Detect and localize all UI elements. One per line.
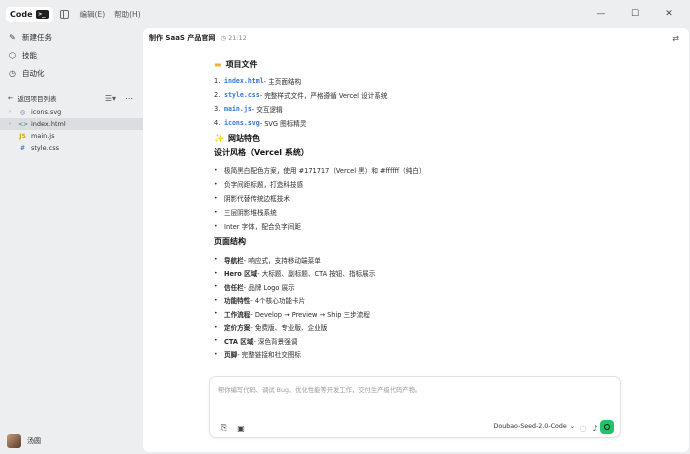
sidebar-item-automation[interactable]: ◷ 自动化 [0, 64, 143, 82]
code-label: Code [10, 9, 33, 19]
code-span: style.css [224, 91, 260, 99]
sidebar: ✎ 新建任务 ⬡ 技能 ◷ 自动化 ← 返回项目列表 ☰▾ ⋯ › ◎ icon… [0, 28, 143, 454]
image-upload-icon[interactable]: ▣ [236, 423, 246, 433]
design-heading: 设计风格（Vercel 系统） [214, 148, 309, 157]
file-item-style-css[interactable]: # style.css [0, 142, 143, 154]
send-button[interactable] [600, 420, 614, 434]
message-composer[interactable]: 帮你编写代码、调试 Bug、优化性能等开发工作，交付生产级代码产物。 ⎘ ▣ D… [209, 376, 621, 438]
close-icon[interactable]: ✕ [656, 0, 682, 28]
list-item: • 页脚 - 完整链接和社交图标 [214, 350, 302, 360]
list-item: • 功能特性 - 4个核心功能卡片 [214, 296, 306, 306]
features-heading: ✨ 网站特色 [214, 132, 514, 144]
user-name: 汤圆 [27, 437, 41, 445]
assistant-message: ▬ 项目文件 1. index.html - 主页面结构 2. style.cs… [214, 58, 514, 361]
list-item: • CTA 区域 - 深色背景强调 [214, 337, 298, 346]
sidebar-item-label: 技能 [22, 50, 37, 60]
back-label: 返回项目列表 [17, 95, 57, 103]
voice-chat-icon[interactable]: ◌ [578, 423, 588, 433]
file-name: main.js [31, 132, 55, 140]
edit-icon: ✎ [9, 32, 16, 42]
time-text: 21:12 [228, 34, 247, 42]
chat-header: 制作 SaaS 产品官网 ◷ 21:12 [143, 28, 689, 48]
list-item: 4. icons.svg - SVG 图标精灵 [214, 119, 307, 128]
cube-icon: ⬡ [9, 50, 16, 60]
model-name: Doubao-Seed-2.0-Code [493, 423, 567, 430]
terminal-icon: >_ [35, 9, 49, 19]
file-item-index-html[interactable]: › <> index.html [0, 118, 143, 130]
list-item: • 极简黑白配色方案，使用 #171717（Vercel 黑）和 #ffffff（… [214, 166, 426, 176]
send-icon [604, 424, 610, 430]
list-item: • 信任栏 - 品牌 Logo 展示 [214, 283, 295, 292]
code-span: main.js [224, 105, 252, 113]
model-selector[interactable]: Doubao-Seed-2.0-Code ⌄ [494, 423, 576, 430]
file-name: style.css [31, 144, 59, 152]
code-mode-toggle[interactable]: Code >_ [6, 6, 53, 22]
main-panel: 制作 SaaS 产品官网 ◷ 21:12 ⇄ ▬ 项目文件 1. index.h… [143, 28, 689, 452]
clock-icon: ◷ [220, 34, 227, 42]
list-item: • Hero 区域 - 大标题、副标题、CTA 按钮、指标展示 [214, 269, 376, 279]
chevron-right-icon: › [9, 109, 11, 115]
file-item-icons-svg[interactable]: › ◎ icons.svg [0, 106, 143, 118]
list-item: • 导航栏 - 响应式，支持移动端菜单 [214, 256, 321, 265]
minimize-icon[interactable]: — [588, 0, 614, 28]
menu-edit[interactable]: 编辑(E) [80, 9, 106, 20]
chevron-down-icon: ⌄ [569, 423, 575, 430]
structure-heading: 页面结构 [214, 237, 246, 246]
folder-icon: ▬ [214, 59, 222, 69]
sidebar-item-label: 自动化 [22, 68, 45, 78]
chat-title: 制作 SaaS 产品官网 [149, 34, 216, 42]
microphone-icon[interactable]: ♪ [590, 423, 600, 433]
chat-timestamp: ◷ 21:12 [220, 34, 246, 42]
maximize-icon[interactable]: ☐ [622, 0, 648, 28]
list-item: • 定价方案 - 免费版、专业版、企业版 [214, 323, 328, 333]
sidebar-item-label: 新建任务 [22, 32, 52, 42]
clock-icon: ◷ [9, 68, 16, 78]
list-item: • Inter 字体，配合负字间距 [214, 222, 301, 232]
sidebar-toggle-icon[interactable] [59, 9, 69, 19]
file-name: icons.svg [31, 108, 62, 116]
menu-bar: 编辑(E) 帮助(H) [80, 9, 141, 20]
heading-text: 项目文件 [225, 59, 258, 69]
list-item: • 工作流程 - Develop → Preview → Ship 三步流程 [214, 310, 370, 319]
code-span: icons.svg [224, 119, 260, 127]
list-item: 2. style.css - 完整样式文件，严格遵循 Vercel 设计系统 [214, 91, 388, 100]
sparkle-icon: ✨ [214, 133, 224, 143]
svg-file-icon: ◎ [19, 108, 26, 116]
list-item: 1. index.html - 主页面结构 [214, 77, 302, 86]
user-profile[interactable]: 汤圆 [7, 434, 41, 448]
more-icon[interactable]: ⋯ [125, 94, 133, 103]
title-bar: Code >_ 编辑(E) 帮助(H) — ☐ ✕ [0, 0, 690, 28]
list-item: • 阴影代替传统边框技术 [214, 194, 290, 204]
composer-placeholder[interactable]: 帮你编写代码、调试 Bug、优化性能等开发工作，交付生产级代码产物。 [218, 385, 421, 394]
chevron-right-icon: › [9, 121, 11, 127]
back-to-projects[interactable]: ← 返回项目列表 ☰▾ ⋯ [0, 90, 143, 106]
list-view-icon[interactable]: ☰▾ [105, 94, 116, 103]
list-item: • 三层阴影堆栈系统 [214, 208, 277, 218]
file-item-main-js[interactable]: JS main.js [0, 130, 143, 142]
code-span: index.html [224, 77, 264, 85]
js-file-icon: JS [19, 132, 26, 140]
back-arrow-icon: ← [8, 94, 14, 102]
file-name: index.html [31, 120, 66, 128]
css-file-icon: # [19, 144, 26, 152]
list-item: • 负字间距标题，打造科技感 [214, 180, 304, 190]
sidebar-item-skills[interactable]: ⬡ 技能 [0, 46, 143, 64]
heading-text: 网站特色 [227, 133, 260, 143]
avatar [7, 434, 21, 448]
html-file-icon: <> [18, 120, 29, 128]
menu-help[interactable]: 帮助(H) [114, 9, 141, 20]
list-item: 3. main.js - 交互逻辑 [214, 105, 283, 114]
sidebar-item-new-task[interactable]: ✎ 新建任务 [0, 28, 143, 46]
files-heading: ▬ 项目文件 [214, 58, 514, 70]
panel-settings-icon[interactable]: ⇄ [672, 34, 679, 43]
attach-file-icon[interactable]: ⎘ [219, 423, 229, 433]
